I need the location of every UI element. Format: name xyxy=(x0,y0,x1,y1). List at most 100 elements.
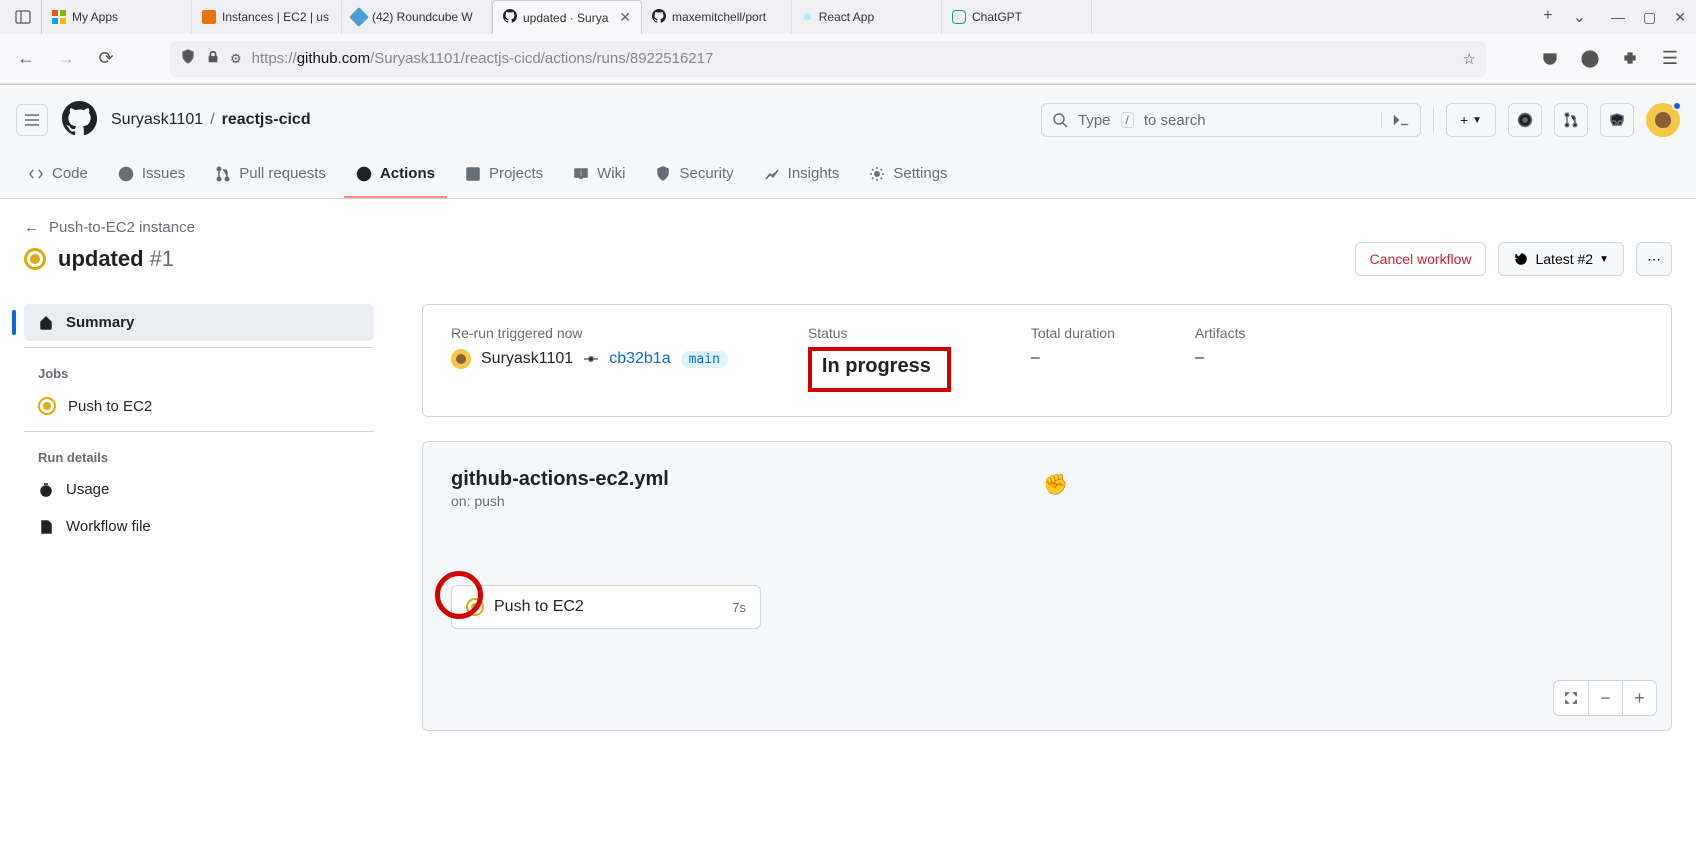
nav-code[interactable]: Code xyxy=(16,157,100,198)
artifacts-value: – xyxy=(1195,349,1246,367)
tab-title: My Apps xyxy=(72,10,181,24)
nav-settings[interactable]: Settings xyxy=(857,157,959,198)
sidebar-job[interactable]: Push to EC2 xyxy=(24,387,374,425)
tab-title: Instances | EC2 | us xyxy=(222,10,331,24)
zoom-in-button[interactable]: + xyxy=(1622,681,1656,715)
nav-security[interactable]: Security xyxy=(643,157,745,198)
pocket-icon[interactable] xyxy=(1534,43,1566,75)
github-logo[interactable] xyxy=(62,101,97,139)
trigger-label: Re-run triggered now xyxy=(451,325,728,341)
search-input[interactable]: Type / to search xyxy=(1041,103,1421,137)
sidebar-summary[interactable]: Summary xyxy=(24,304,374,341)
run-title-row: updated #1 Cancel workflow Latest #2 ▼ ⋯ xyxy=(24,242,1672,276)
search-icon xyxy=(1052,112,1068,128)
url-text: https://github.com/Suryask1101/reactjs-c… xyxy=(252,50,1453,67)
create-new-button[interactable]: + ▼ xyxy=(1446,103,1496,137)
arrow-left-icon: ← xyxy=(24,219,39,236)
main-column: Re-run triggered now Suryask1101 cb32b1a… xyxy=(422,304,1672,731)
commit-icon xyxy=(583,351,599,367)
browser-tab[interactable]: ChatGPT xyxy=(942,0,1092,34)
bookmark-icon[interactable]: ☆ xyxy=(1463,50,1476,68)
menu-icon[interactable]: ☰ xyxy=(1654,43,1686,75)
tab-title: React App xyxy=(819,10,931,24)
status-in-progress-icon xyxy=(38,397,56,415)
browser-tab[interactable]: My Apps xyxy=(42,0,192,34)
commit-link[interactable]: cb32b1a xyxy=(609,350,670,368)
search-suffix: to search xyxy=(1144,112,1206,129)
more-actions-button[interactable]: ⋯ xyxy=(1636,242,1672,276)
issues-button[interactable] xyxy=(1508,103,1542,137)
browser-tab[interactable]: Instances | EC2 | us xyxy=(192,0,342,34)
workflow-breadcrumb[interactable]: ← Push-to-EC2 instance xyxy=(24,219,1672,236)
back-button[interactable]: ← xyxy=(10,43,42,75)
reload-button[interactable]: ⟳ xyxy=(90,43,122,75)
breadcrumb: Suryask1101 / reactjs-cicd xyxy=(111,111,311,129)
separator xyxy=(1433,108,1434,132)
status-value: In progress xyxy=(808,347,951,392)
owner-link[interactable]: Suryask1101 xyxy=(111,111,203,129)
status-in-progress-icon xyxy=(24,248,46,270)
job-node[interactable]: Push to EC2 7s xyxy=(451,585,761,629)
branch-badge[interactable]: main xyxy=(681,351,728,368)
status-in-progress-icon xyxy=(466,598,484,616)
tab-list-button[interactable]: ⌄ xyxy=(1573,7,1586,27)
actor-avatar-icon xyxy=(451,349,471,369)
permissions-icon[interactable]: ⚙ xyxy=(230,51,242,67)
browser-tab-active[interactable]: updated · Surya ✕ xyxy=(492,0,642,34)
browser-tab[interactable]: maxemitchell/port xyxy=(642,0,792,34)
account-icon[interactable] xyxy=(1574,43,1606,75)
pull-requests-button[interactable] xyxy=(1554,103,1588,137)
close-window-icon[interactable]: ✕ xyxy=(1674,9,1686,26)
workflow-name: Push-to-EC2 instance xyxy=(49,219,195,236)
artifacts-label: Artifacts xyxy=(1195,325,1246,341)
summary-card: Re-run triggered now Suryask1101 cb32b1a… xyxy=(422,304,1672,417)
zoom-controls: − + xyxy=(1553,680,1657,716)
inbox-button[interactable] xyxy=(1600,103,1634,137)
sidebar-usage[interactable]: Usage xyxy=(24,471,374,508)
nav-projects[interactable]: Projects xyxy=(453,157,555,198)
sidebar-toggle-icon[interactable] xyxy=(4,0,42,34)
browser-chrome: My Apps Instances | EC2 | us (42) Roundc… xyxy=(0,0,1696,85)
latest-attempt-button[interactable]: Latest #2 ▼ xyxy=(1498,242,1624,276)
command-palette-icon[interactable] xyxy=(1381,112,1410,128)
maximize-icon[interactable]: ▢ xyxy=(1643,9,1656,26)
browser-tab[interactable]: (42) Roundcube W xyxy=(342,0,492,34)
nav-pull-requests[interactable]: Pull requests xyxy=(203,157,338,198)
browser-tab[interactable]: ⚛ React App xyxy=(792,0,942,34)
job-name: Push to EC2 xyxy=(494,598,584,616)
nav-actions[interactable]: Actions xyxy=(344,157,447,198)
nav-issues[interactable]: Issues xyxy=(106,157,197,198)
user-avatar[interactable] xyxy=(1646,103,1680,137)
nav-wiki[interactable]: Wiki xyxy=(561,157,637,198)
fullscreen-button[interactable] xyxy=(1554,681,1588,715)
nav-insights[interactable]: Insights xyxy=(752,157,852,198)
duration-label: Total duration xyxy=(1031,325,1115,341)
run-title: updated xyxy=(58,246,144,272)
extensions-icon[interactable] xyxy=(1614,43,1646,75)
hamburger-button[interactable] xyxy=(16,104,48,136)
minimize-icon[interactable]: — xyxy=(1611,9,1625,26)
tab-title: maxemitchell/port xyxy=(672,10,781,24)
notification-badge-icon xyxy=(1672,101,1682,111)
sidebar-workflow-file[interactable]: Workflow file xyxy=(24,508,374,545)
actor-link[interactable]: Suryask1101 xyxy=(481,350,573,368)
tab-title: ChatGPT xyxy=(972,10,1081,24)
shield-icon[interactable] xyxy=(180,49,196,69)
breadcrumb-sep: / xyxy=(210,111,214,129)
cancel-workflow-button[interactable]: Cancel workflow xyxy=(1355,242,1487,276)
grab-cursor-icon: ✊ xyxy=(1043,472,1068,497)
tab-title: (42) Roundcube W xyxy=(372,10,481,24)
status-label: Status xyxy=(808,325,951,341)
search-kbd: / xyxy=(1121,112,1134,128)
url-bar[interactable]: ⚙ https://github.com/Suryask1101/reactjs… xyxy=(170,41,1486,77)
repo-link[interactable]: reactjs-cicd xyxy=(222,111,311,129)
chatgpt-favicon xyxy=(952,10,966,24)
lock-icon[interactable] xyxy=(206,50,220,68)
close-icon[interactable]: ✕ xyxy=(619,9,631,26)
react-favicon: ⚛ xyxy=(802,10,813,24)
zoom-out-button[interactable]: − xyxy=(1588,681,1622,715)
new-tab-button[interactable]: + xyxy=(1543,7,1552,27)
job-duration: 7s xyxy=(732,600,746,615)
duration-value: – xyxy=(1031,349,1115,367)
search-placeholder: Type xyxy=(1078,112,1111,129)
